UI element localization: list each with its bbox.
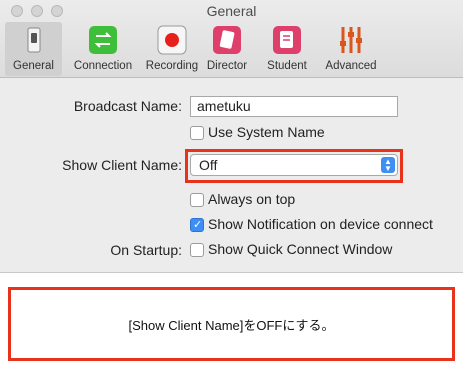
highlight-box (185, 149, 403, 183)
always-on-top-label: Always on top (208, 191, 296, 207)
light-switch-icon (18, 24, 50, 56)
record-icon (156, 24, 188, 56)
show-quick-connect-checkbox[interactable] (190, 243, 204, 257)
always-on-top-checkbox[interactable] (190, 193, 204, 207)
sliders-icon (335, 24, 367, 56)
broadcast-name-input[interactable]: ametuku (190, 96, 398, 117)
tab-general[interactable]: General (5, 22, 62, 76)
on-startup-label: On Startup: (110, 242, 182, 258)
use-system-name-checkbox[interactable] (190, 126, 204, 140)
tab-connection[interactable]: Connection (68, 22, 138, 76)
director-icon (211, 24, 243, 56)
preferences-window: General General Connection Recording Dir… (0, 0, 463, 273)
tab-recording[interactable]: Recording (141, 22, 203, 76)
student-icon (271, 24, 303, 56)
broadcast-name-label: Broadcast Name: (73, 98, 182, 114)
tab-advanced[interactable]: Advanced (322, 22, 380, 76)
window-title: General (206, 3, 257, 19)
show-quick-connect-label: Show Quick Connect Window (208, 241, 393, 257)
arrows-exchange-icon (87, 24, 119, 56)
tab-student[interactable]: Student (263, 22, 311, 76)
show-notification-checkbox[interactable] (190, 218, 204, 232)
tab-director[interactable]: Director (204, 22, 250, 76)
use-system-name-label: Use System Name (208, 124, 325, 140)
titlebar: General General Connection Recording Dir… (0, 0, 463, 78)
show-client-name-label: Show Client Name: (62, 157, 182, 173)
show-notification-label: Show Notification on device connect (208, 216, 433, 232)
caption-text: [Show Client Name]をOFFにする。 (128, 317, 335, 333)
instruction-caption: [Show Client Name]をOFFにする。 (8, 287, 455, 361)
